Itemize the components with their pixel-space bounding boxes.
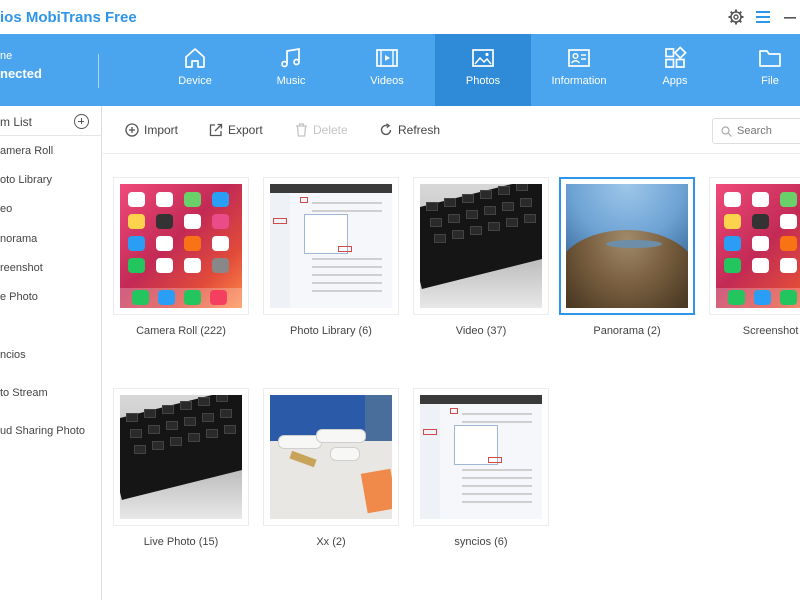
- album-thumbnail: [716, 184, 800, 308]
- album-thumbnail: [420, 184, 542, 308]
- search-field[interactable]: [712, 118, 800, 144]
- tab-apps[interactable]: Apps: [627, 34, 723, 106]
- tab-label: File: [761, 75, 779, 87]
- album-label: Camera Roll (222): [136, 325, 226, 337]
- tab-label: Videos: [370, 75, 404, 87]
- minimize-icon[interactable]: [780, 7, 800, 27]
- album-thumbnail-frame: [263, 177, 399, 315]
- sidebar-item-photo-stream[interactable]: to Stream: [0, 387, 48, 399]
- tab-label: Information: [551, 75, 607, 87]
- album-thumbnail: [566, 184, 688, 308]
- album-photo-library[interactable]: Photo Library (6): [263, 177, 399, 337]
- album-thumbnail-frame: [113, 177, 249, 315]
- connection-status: nected: [0, 66, 42, 81]
- photo-toolbar: Import Export Delete Refresh: [103, 106, 800, 154]
- home-icon: [185, 48, 205, 68]
- sidebar-item-syncios[interactable]: ncios: [0, 349, 26, 361]
- device-name: ne: [0, 50, 13, 62]
- tab-photos[interactable]: Photos: [435, 34, 531, 106]
- image-icon: [472, 49, 494, 67]
- delete-label: Delete: [313, 123, 348, 137]
- album-thumbnail: [270, 395, 392, 519]
- tab-label: Photos: [465, 75, 501, 87]
- add-album-icon[interactable]: [74, 114, 89, 129]
- album-thumbnail: [120, 395, 242, 519]
- album-syncios[interactable]: syncios (6): [413, 388, 549, 548]
- title-bar: ios MobiTrans Free: [0, 0, 800, 34]
- album-sidebar: m List amera Roll oto Library eo norama …: [0, 106, 102, 600]
- album-list-header: m List: [0, 106, 102, 136]
- tab-label: Device: [178, 75, 212, 87]
- album-thumbnail-frame: [413, 388, 549, 526]
- album-thumbnail-frame: [263, 388, 399, 526]
- sidebar-item-camera-roll[interactable]: amera Roll: [0, 145, 53, 157]
- album-camera-roll[interactable]: Camera Roll (222): [113, 177, 249, 337]
- nav-divider: [98, 54, 99, 88]
- album-label: Panorama (2): [593, 325, 661, 337]
- album-thumbnail-frame: [559, 177, 695, 315]
- search-icon: [721, 126, 732, 137]
- sidebar-item-panorama[interactable]: norama: [0, 233, 37, 245]
- refresh-icon: [380, 123, 392, 136]
- album-video[interactable]: Video (37): [413, 177, 549, 337]
- tab-videos[interactable]: Videos: [339, 34, 435, 106]
- album-label: Xx (2): [316, 536, 346, 548]
- export-button[interactable]: Export: [209, 123, 263, 137]
- tab-device[interactable]: Device: [147, 34, 243, 106]
- tab-music[interactable]: Music: [243, 34, 339, 106]
- album-panorama[interactable]: Panorama (2): [559, 177, 695, 337]
- album-screenshot[interactable]: Screenshot (4: [709, 177, 800, 337]
- apps-grid-icon: [665, 46, 687, 68]
- album-thumbnail-frame: [709, 177, 800, 315]
- album-xx[interactable]: Xx (2): [263, 388, 399, 548]
- album-thumbnail-frame: [413, 177, 549, 315]
- tab-label: Apps: [662, 75, 688, 87]
- tab-label: Music: [276, 75, 306, 87]
- delete-button[interactable]: Delete: [295, 123, 348, 137]
- import-button[interactable]: Import: [125, 123, 178, 137]
- sidebar-item-live-photo[interactable]: e Photo: [0, 291, 38, 303]
- album-thumbnail: [120, 184, 242, 308]
- album-grid: Camera Roll (222) Photo Library (6) Vide…: [103, 155, 800, 600]
- album-label: Screenshot (4: [742, 325, 800, 337]
- menu-icon[interactable]: [753, 7, 773, 27]
- album-label: syncios (6): [454, 536, 508, 548]
- sidebar-item-video[interactable]: eo: [0, 203, 12, 215]
- album-list-title: m List: [0, 115, 33, 129]
- tab-information[interactable]: Information: [531, 34, 627, 106]
- album-thumbnail: [270, 184, 392, 308]
- folder-icon: [759, 50, 781, 67]
- album-live-photo[interactable]: Live Photo (15): [113, 388, 249, 548]
- export-icon: [209, 123, 223, 137]
- album-thumbnail: [420, 395, 542, 519]
- tab-file[interactable]: File: [722, 34, 800, 106]
- film-icon: [376, 49, 398, 67]
- sidebar-item-cloud-sharing-photo[interactable]: ud Sharing Photo: [0, 425, 85, 437]
- export-label: Export: [228, 123, 263, 137]
- album-label: Video (37): [455, 325, 507, 337]
- sidebar-item-screenshot[interactable]: reenshot: [0, 262, 43, 274]
- sidebar-item-photo-library[interactable]: oto Library: [0, 174, 52, 186]
- device-status: ne nected: [0, 50, 95, 81]
- album-label: Live Photo (15): [143, 536, 219, 548]
- app-title: ios MobiTrans Free: [0, 9, 137, 26]
- album-label: Photo Library (6): [290, 325, 372, 337]
- import-label: Import: [144, 123, 179, 137]
- top-navigation: ne nected Device Music Videos Photos Inf…: [0, 34, 800, 106]
- trash-icon: [296, 123, 307, 137]
- music-note-icon: [281, 47, 300, 68]
- refresh-button[interactable]: Refresh: [379, 123, 440, 137]
- contact-card-icon: [568, 49, 590, 67]
- refresh-label: Refresh: [398, 123, 441, 137]
- plus-circle-icon: [125, 123, 139, 137]
- gear-icon[interactable]: [726, 7, 746, 27]
- search-input[interactable]: [737, 123, 800, 139]
- album-thumbnail-frame: [113, 388, 249, 526]
